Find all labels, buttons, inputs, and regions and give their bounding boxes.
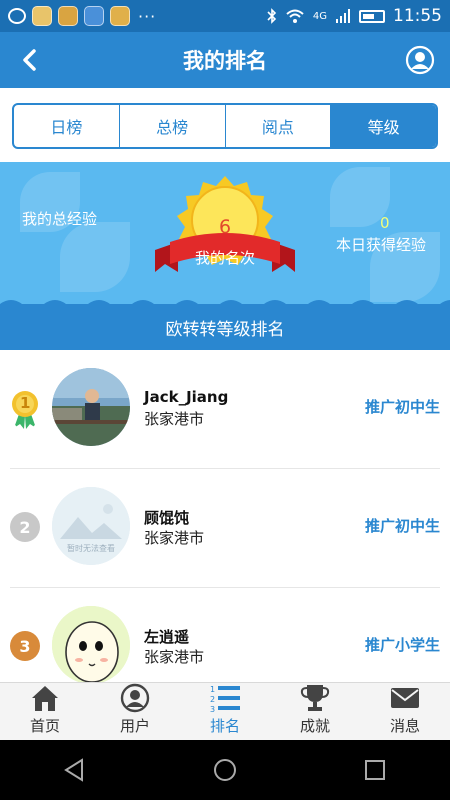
user-icon: [120, 683, 150, 713]
profile-button[interactable]: [404, 44, 436, 76]
my-rank-label: 我的名次: [194, 249, 255, 267]
nav-label: 消息: [389, 717, 420, 735]
photo-avatar: [52, 368, 130, 446]
tab-overall[interactable]: 总榜: [120, 105, 226, 147]
user-name: 左逍遥: [144, 628, 190, 646]
user-name: Jack_Jiang: [144, 388, 229, 406]
system-recents-icon[interactable]: [362, 757, 388, 783]
user-name: 顾馄饨: [144, 509, 190, 527]
battery-icon: [359, 9, 385, 23]
user-level: 推广初中生: [364, 398, 440, 416]
trophy-icon: [300, 685, 330, 711]
chat-icon: [8, 8, 26, 24]
app-header: 我的排名: [0, 32, 450, 88]
nav-ranking[interactable]: 1 2 3 排名: [180, 683, 270, 740]
nav-label: 用户: [119, 717, 150, 735]
chevron-left-icon: [23, 49, 36, 71]
avatar-unavailable-text: 暂时无法查看: [67, 544, 115, 553]
system-back-icon[interactable]: [62, 757, 88, 783]
user-city: 张家港市: [144, 410, 205, 428]
my-rank-value: 6: [218, 216, 232, 238]
bottom-navigation: 首页 用户 1 2 3 排名 成就 消息: [0, 682, 450, 740]
ranking-list: 1 Jack_Jiang 张家港市 推广初中生 2 暂时无法查看 顾馄饨 张家港…: [0, 350, 450, 682]
clock: 11:55: [393, 6, 442, 26]
ranking-tabs: 日榜 总榜 阅点 等级: [12, 103, 438, 149]
user-city: 张家港市: [144, 529, 205, 547]
bluetooth-icon: [267, 8, 277, 24]
tab-level[interactable]: 等级: [331, 105, 436, 147]
user-level: 推广初中生: [364, 517, 440, 535]
nav-label: 排名: [209, 717, 240, 735]
placeholder-avatar: 暂时无法查看: [52, 487, 130, 565]
mail-icon: [391, 688, 419, 708]
nav-messages[interactable]: 消息: [360, 683, 450, 740]
rank-badge: 3: [10, 631, 40, 661]
network-type-label: 4G: [312, 10, 327, 22]
app-notification-icon: [84, 6, 104, 26]
rank-number: 1: [20, 394, 31, 412]
app-notification-icon: [110, 6, 130, 26]
nav-user[interactable]: 用户: [90, 683, 180, 740]
app-notification-icon: [58, 6, 78, 26]
more-notifications-icon: ···: [138, 6, 157, 26]
nav-label: 成就: [299, 717, 330, 735]
today-exp-value: 0: [380, 214, 390, 232]
section-title: 欧转转等级排名: [0, 304, 450, 350]
nav-label: 首页: [29, 717, 60, 735]
svg-text:2: 2: [210, 695, 215, 704]
rank-badge: 2: [10, 512, 40, 542]
rank-medal: 6 我的名次: [150, 172, 300, 292]
cartoon-avatar: [52, 606, 130, 682]
user-level: 推广小学生: [364, 636, 440, 654]
nav-home[interactable]: 首页: [0, 683, 90, 740]
home-icon: [32, 686, 58, 711]
total-exp-label: 我的总经验: [22, 210, 98, 228]
nav-achievements[interactable]: 成就: [270, 683, 360, 740]
list-item[interactable]: 2 暂时无法查看 顾馄饨 张家港市 推广初中生: [10, 469, 440, 588]
system-home-icon[interactable]: [212, 757, 238, 783]
rank-summary-banner: 我的总经验 6 我的名次 0 本日获得经验: [0, 162, 450, 310]
status-bar: ··· 4G 11:55: [0, 0, 450, 32]
tab-reading-points[interactable]: 阅点: [226, 105, 332, 147]
signal-icon: [336, 9, 350, 23]
system-navigation-bar: [0, 740, 450, 800]
user-circle-icon: [405, 45, 435, 75]
app-notification-icon: [32, 6, 52, 26]
svg-text:1: 1: [210, 685, 215, 694]
leaf-decoration: [60, 222, 130, 292]
list-item[interactable]: 3 左逍遥 张家港市 推广小学生: [10, 588, 440, 682]
today-exp-label: 本日获得经验: [336, 236, 427, 254]
svg-text:3: 3: [210, 705, 215, 713]
user-city: 张家港市: [144, 648, 205, 666]
list-item[interactable]: 1 Jack_Jiang 张家港市 推广初中生: [10, 350, 440, 469]
ranking-icon: 1 2 3: [210, 685, 240, 713]
page-title: 我的排名: [183, 49, 267, 73]
wifi-icon: [286, 9, 304, 23]
tab-daily[interactable]: 日榜: [14, 105, 120, 147]
back-button[interactable]: [14, 44, 46, 76]
